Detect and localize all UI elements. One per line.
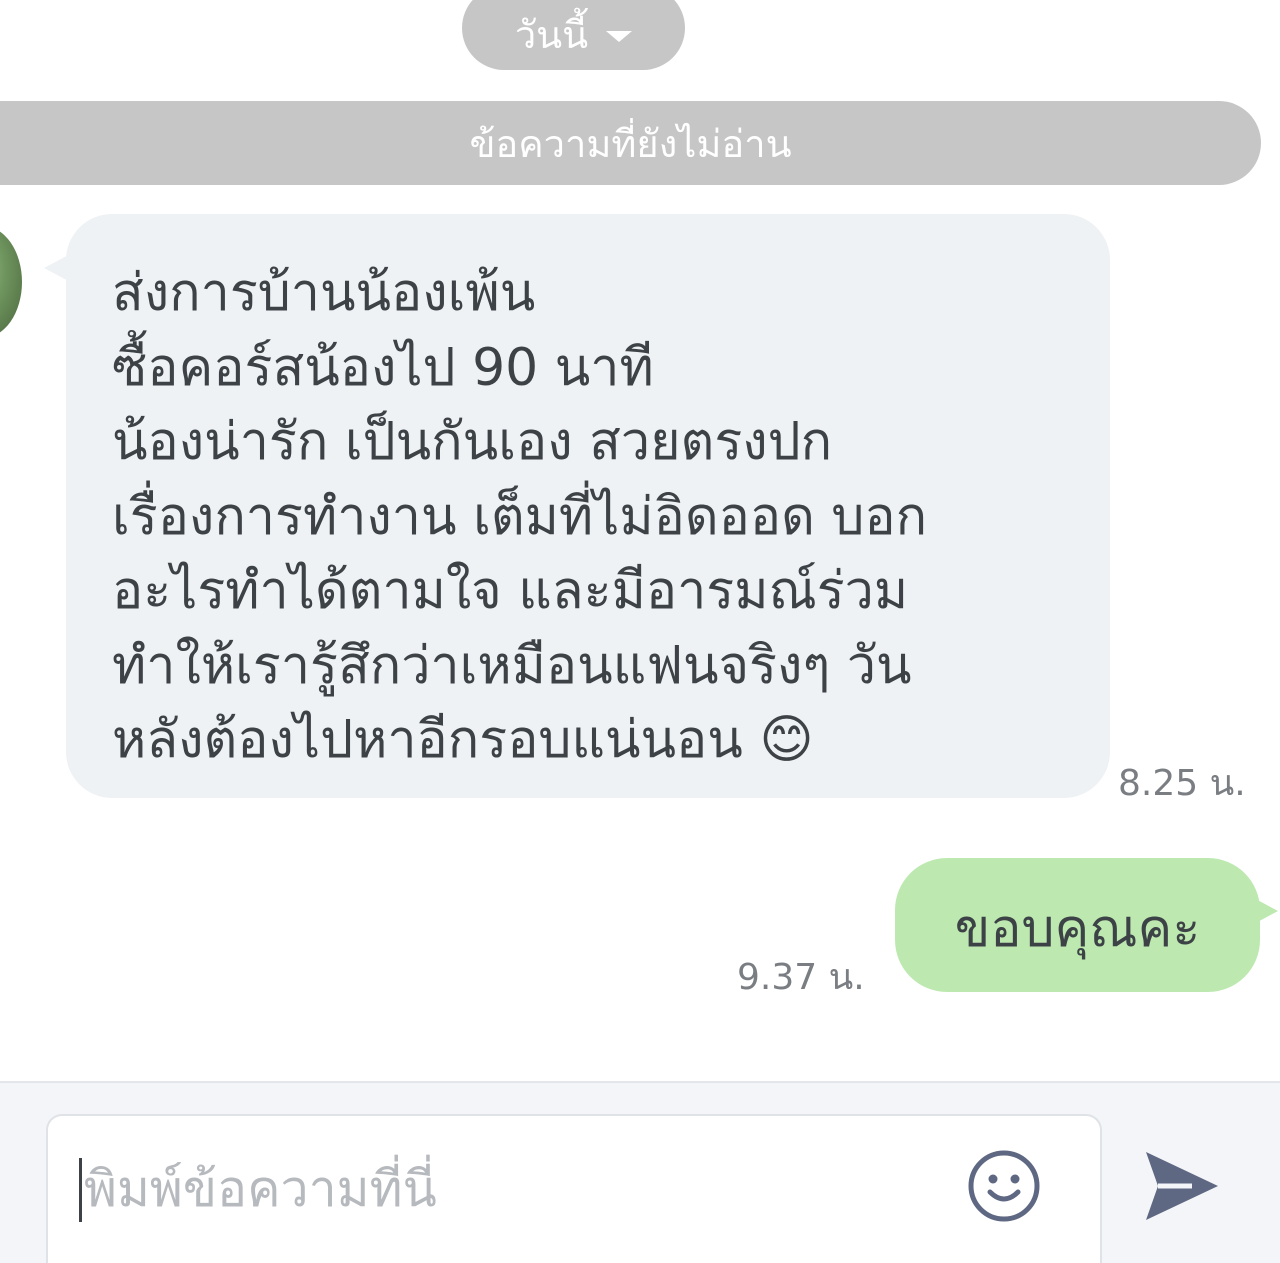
smiley-icon[interactable] [966, 1148, 1042, 1224]
message-input-placeholder: พิมพ์ข้อความที่นี่ [84, 1160, 437, 1218]
date-separator-label: วันนี้ [514, 12, 589, 57]
send-arrow-icon[interactable] [1144, 1150, 1220, 1222]
date-separator[interactable]: วันนี้ [462, 0, 685, 70]
outgoing-message-bubble[interactable]: ขอบคุณคะ [895, 858, 1260, 992]
outgoing-message-text: ขอบคุณคะ [954, 898, 1201, 959]
incoming-message-time: 8.25 น. [1118, 763, 1246, 804]
chevron-down-icon [606, 30, 633, 42]
text-cursor [79, 1158, 82, 1222]
incoming-message-bubble[interactable]: ส่งการบ้านน้องเพ้น ซื้อคอร์สน้องไป 90 นา… [66, 214, 1110, 798]
incoming-message-text: ส่งการบ้านน้องเพ้น ซื้อคอร์สน้องไป 90 นา… [112, 263, 928, 770]
outgoing-message-time: 9.37 น. [737, 957, 865, 998]
unread-divider-label: ข้อความที่ยังไม่อ่าน [469, 121, 792, 166]
avatar[interactable] [0, 226, 22, 338]
unread-divider: ข้อความที่ยังไม่อ่าน [0, 101, 1261, 185]
